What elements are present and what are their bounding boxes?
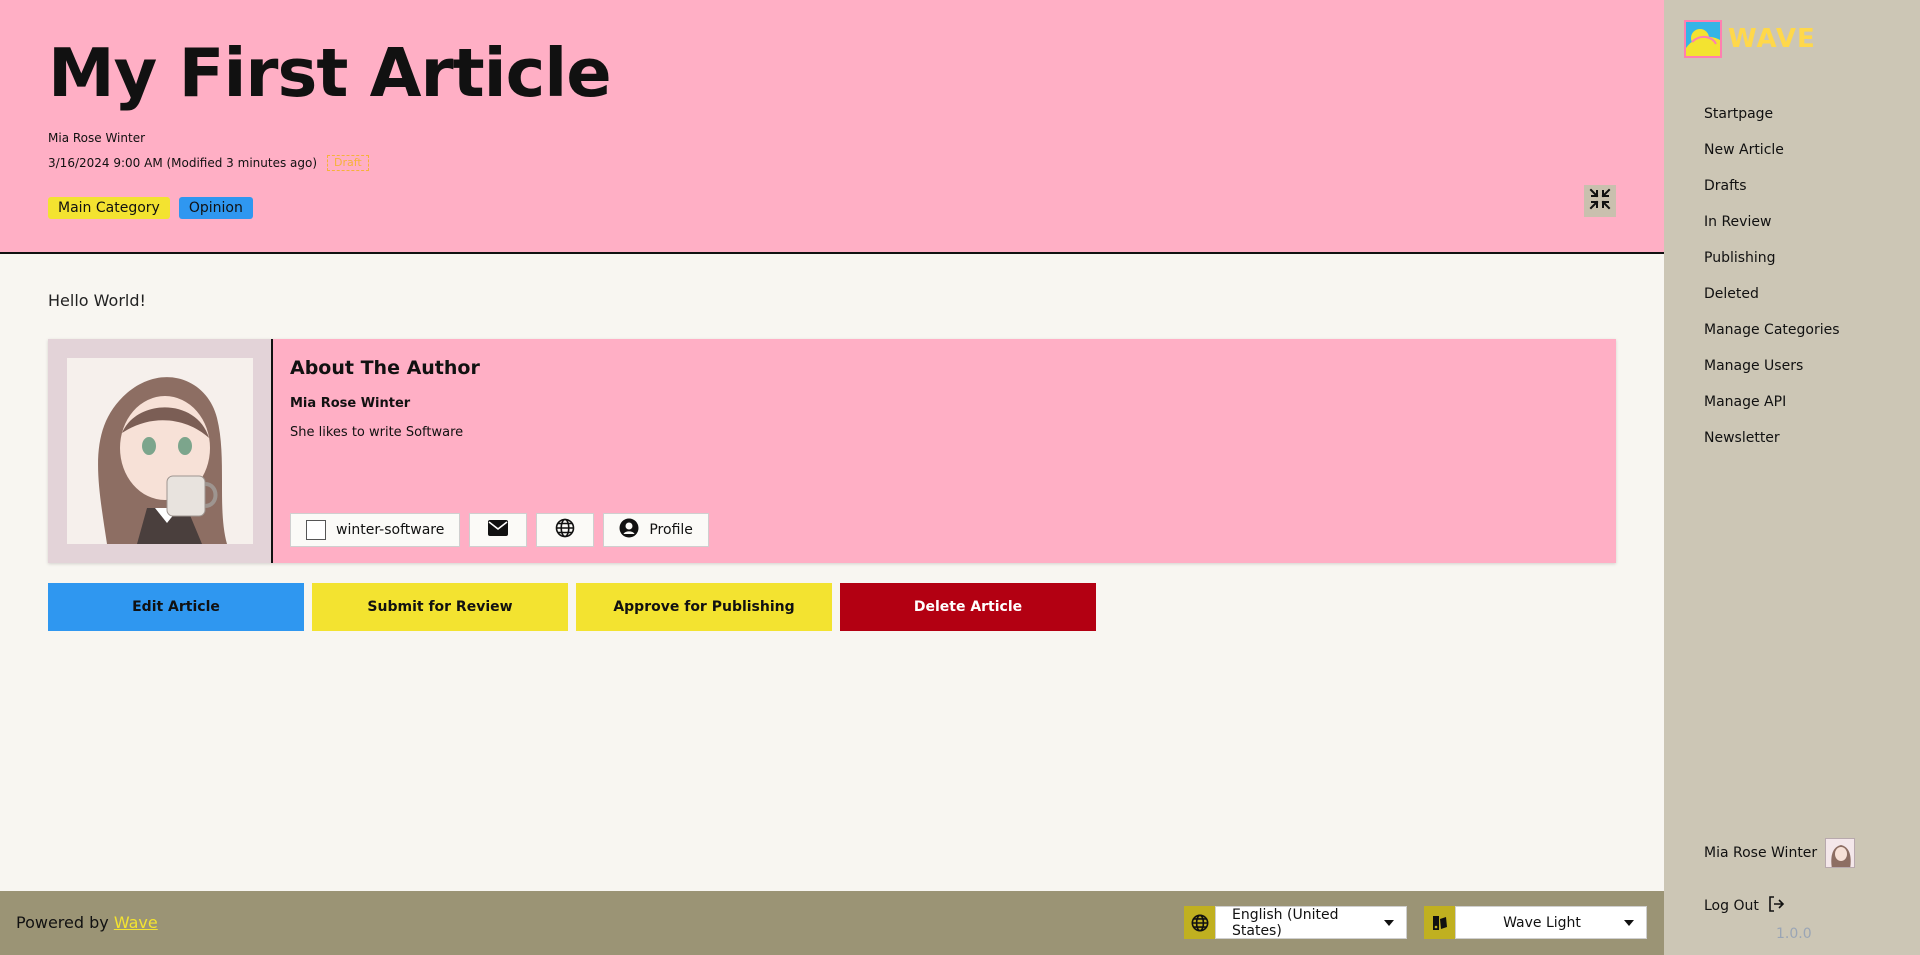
avatar (1825, 838, 1856, 868)
article-body: Hello World! (48, 291, 146, 310)
logout-label: Log Out (1704, 898, 1759, 914)
collapse-header-button[interactable] (1584, 185, 1616, 217)
powered-by-prefix: Powered by (16, 913, 114, 932)
github-link-button[interactable]: winter-software (290, 513, 461, 547)
wave-link[interactable]: Wave (114, 913, 158, 932)
wave-logo-text: WAVE (1728, 24, 1816, 54)
footer: Powered by Wave English (United States) … (0, 891, 1664, 955)
sidebar-item-drafts[interactable]: Drafts (1704, 168, 1840, 204)
sidebar-item-newsletter[interactable]: Newsletter (1704, 420, 1840, 456)
sidebar-item-publishing[interactable]: Publishing (1704, 240, 1840, 276)
website-link-button[interactable] (536, 513, 595, 547)
sidebar-item-startpage[interactable]: Startpage (1704, 96, 1840, 132)
category-tags: Main Category Opinion (48, 197, 253, 219)
chevron-down-icon (1624, 919, 1634, 926)
theme-select-value: Wave Light (1503, 914, 1581, 931)
envelope-icon (487, 519, 509, 541)
globe-icon (1184, 906, 1215, 939)
palette-icon (1424, 906, 1455, 939)
sidebar-item-deleted[interactable]: Deleted (1704, 276, 1840, 312)
logout-icon (1767, 895, 1785, 917)
profile-link-label: Profile (649, 522, 693, 538)
sidebar-nav: Startpage New Article Drafts In Review P… (1704, 96, 1840, 456)
sidebar-item-manage-users[interactable]: Manage Users (1704, 348, 1840, 384)
category-tag-opinion[interactable]: Opinion (178, 197, 253, 219)
about-author-heading: About The Author (290, 357, 480, 379)
language-select[interactable]: English (United States) (1215, 906, 1407, 939)
github-icon (306, 520, 326, 540)
article-date: 3/16/2024 9:00 AM (Modified 3 minutes ag… (48, 156, 318, 170)
main-content: My First Article Mia Rose Winter 3/16/20… (0, 0, 1664, 955)
article-actions: Edit Article Submit for Review Approve f… (48, 583, 1096, 631)
submit-for-review-button[interactable]: Submit for Review (312, 583, 568, 631)
profile-link-button[interactable]: Profile (603, 513, 709, 547)
github-link-label: winter-software (336, 522, 445, 538)
author-name: Mia Rose Winter (290, 396, 411, 411)
wave-logo[interactable]: WAVE (1684, 20, 1816, 58)
sidebar-item-new-article[interactable]: New Article (1704, 132, 1840, 168)
author-image-panel (48, 339, 273, 563)
theme-select[interactable]: Wave Light (1455, 906, 1647, 939)
compress-icon (1589, 188, 1611, 214)
about-author-card: About The Author Mia Rose Winter She lik… (48, 339, 1616, 563)
language-select-value: English (United States) (1232, 906, 1339, 939)
sidebar-item-manage-api[interactable]: Manage API (1704, 384, 1840, 420)
author-bio: She likes to write Software (290, 425, 464, 440)
delete-article-button[interactable]: Delete Article (840, 583, 1096, 631)
powered-by: Powered by Wave (16, 913, 158, 932)
edit-article-button[interactable]: Edit Article (48, 583, 304, 631)
author-avatar (67, 358, 253, 544)
article-header: My First Article Mia Rose Winter 3/16/20… (0, 0, 1664, 254)
sidebar: WAVE Startpage New Article Drafts In Rev… (1664, 0, 1920, 955)
sidebar-item-in-review[interactable]: In Review (1704, 204, 1840, 240)
user-circle-icon (619, 518, 639, 542)
wave-logo-icon (1684, 20, 1722, 58)
status-badge: Draft (327, 155, 369, 171)
language-selector: English (United States) (1184, 906, 1407, 939)
logout-button[interactable]: Log Out (1704, 895, 1785, 917)
chevron-down-icon (1384, 919, 1394, 926)
theme-selector: Wave Light (1424, 906, 1647, 939)
email-link-button[interactable] (469, 513, 528, 547)
article-meta: 3/16/2024 9:00 AM (Modified 3 minutes ag… (48, 155, 369, 171)
approve-for-publishing-button[interactable]: Approve for Publishing (576, 583, 832, 631)
page-title: My First Article (48, 34, 612, 112)
current-user[interactable]: Mia Rose Winter (1704, 838, 1856, 868)
app-version: 1.0.0 (1776, 926, 1812, 942)
globe-icon (555, 518, 575, 542)
category-tag-main[interactable]: Main Category (48, 197, 170, 219)
current-user-name: Mia Rose Winter (1704, 845, 1818, 861)
author-links: winter-software Profile (290, 513, 709, 547)
sidebar-item-manage-categories[interactable]: Manage Categories (1704, 312, 1840, 348)
article-author: Mia Rose Winter (48, 131, 146, 145)
